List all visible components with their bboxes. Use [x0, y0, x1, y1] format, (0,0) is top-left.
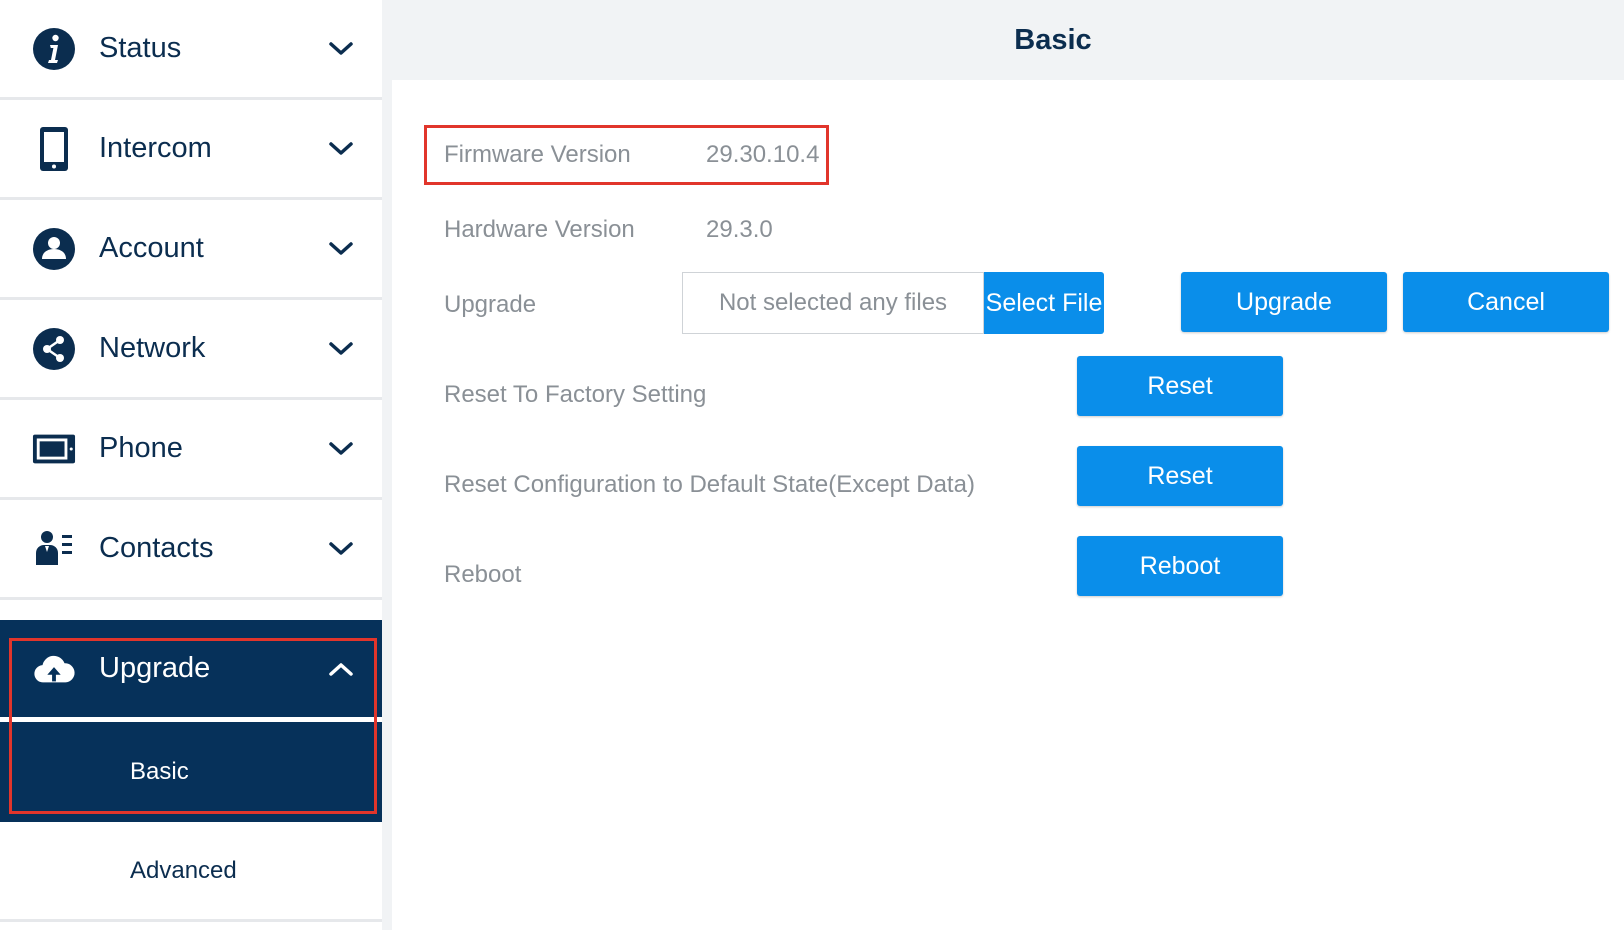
- sidebar-subitem-label: Advanced: [130, 856, 237, 884]
- reboot-label: Reboot: [444, 561, 522, 588]
- reset-config-label: Reset Configuration to Default State(Exc…: [444, 471, 975, 498]
- contacts-icon: [32, 527, 76, 571]
- reboot-button[interactable]: Reboot: [1077, 536, 1283, 596]
- tablet-icon: [32, 126, 76, 171]
- file-name-field[interactable]: Not selected any files: [682, 272, 984, 334]
- sidebar-item-label: Intercom: [99, 132, 212, 164]
- sidebar-subitem-basic[interactable]: Basic: [0, 722, 382, 822]
- sidebar-subitem-label: Basic: [130, 758, 189, 785]
- select-file-button[interactable]: Select File: [984, 272, 1104, 334]
- network-icon: [32, 327, 76, 371]
- chevron-down-icon: [326, 34, 356, 64]
- user-icon: [32, 227, 76, 271]
- sidebar-item-label: Upgrade: [99, 652, 211, 684]
- page-header: Basic: [392, 0, 1624, 80]
- sidebar-item-network[interactable]: Network: [0, 300, 382, 400]
- sidebar: Status Intercom Account Network Phone Co…: [0, 0, 382, 930]
- chevron-down-icon: [326, 134, 356, 164]
- page-title: Basic: [1014, 23, 1092, 56]
- main-content: Basic Firmware Version 29.30.10.4 Hardwa…: [392, 0, 1624, 930]
- sidebar-item-upgrade[interactable]: Upgrade: [0, 620, 382, 720]
- sidebar-item-account[interactable]: Account: [0, 200, 382, 300]
- upgrade-button[interactable]: Upgrade: [1181, 272, 1387, 332]
- sidebar-item-label: Account: [99, 232, 204, 264]
- sidebar-item-label: Contacts: [99, 532, 214, 564]
- firmware-version-value: 29.30.10.4: [706, 141, 820, 168]
- chevron-down-icon: [326, 434, 356, 464]
- chevron-down-icon: [326, 334, 356, 364]
- info-icon: [32, 27, 76, 71]
- chevron-down-icon: [326, 534, 356, 564]
- upgrade-label: Upgrade: [444, 291, 537, 318]
- cancel-button[interactable]: Cancel: [1403, 272, 1609, 332]
- hardware-version-value: 29.3.0: [706, 216, 773, 243]
- sidebar-subitem-advanced[interactable]: Advanced: [0, 822, 382, 922]
- sidebar-item-contacts[interactable]: Contacts: [0, 500, 382, 600]
- sidebar-item-label: Phone: [99, 432, 183, 464]
- cloud-upload-icon: [32, 647, 76, 691]
- sidebar-item-phone[interactable]: Phone: [0, 400, 382, 500]
- sidebar-item-intercom[interactable]: Intercom: [0, 100, 382, 200]
- firmware-version-label: Firmware Version: [444, 141, 631, 168]
- reset-config-button[interactable]: Reset: [1077, 446, 1283, 506]
- phone-screen-icon: [32, 427, 76, 471]
- sidebar-item-label: Network: [99, 332, 206, 364]
- chevron-up-icon: [326, 654, 356, 684]
- reset-factory-label: Reset To Factory Setting: [444, 381, 707, 408]
- reset-factory-button[interactable]: Reset: [1077, 356, 1283, 416]
- sidebar-item-label: Status: [99, 32, 182, 64]
- hardware-version-label: Hardware Version: [444, 216, 635, 243]
- chevron-down-icon: [326, 234, 356, 264]
- sidebar-item-status[interactable]: Status: [0, 0, 382, 100]
- sidebar-divider: [382, 0, 392, 930]
